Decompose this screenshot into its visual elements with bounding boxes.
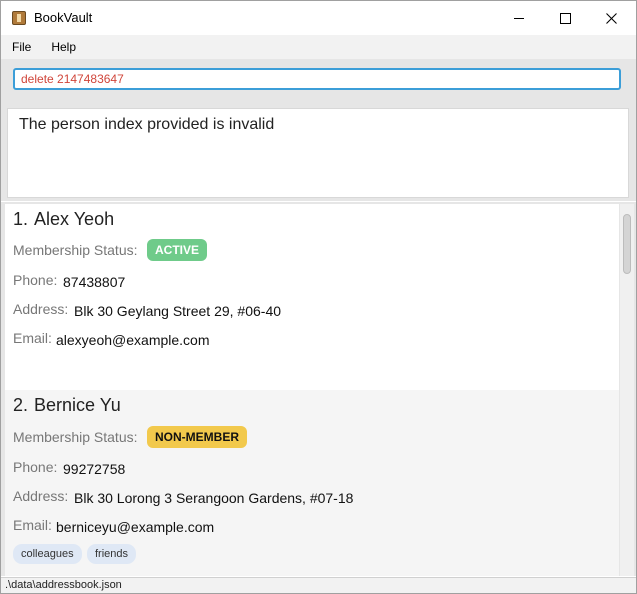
person-card[interactable]: 1. Alex Yeoh Membership Status: ACTIVE Ph… xyxy=(5,204,619,390)
person-name: Bernice Yu xyxy=(34,395,121,415)
close-button[interactable] xyxy=(588,1,634,35)
book-icon xyxy=(12,11,26,25)
address-value: Blk 30 Lorong 3 Serangoon Gardens, #07-1… xyxy=(74,490,354,506)
membership-badge: ACTIVE xyxy=(147,239,208,261)
person-card[interactable]: 2. Bernice Yu Membership Status: NON-MEMB… xyxy=(5,390,619,576)
email-label: Email: xyxy=(13,517,52,533)
person-name-heading: 2. Bernice Yu xyxy=(13,395,121,416)
menu-help[interactable]: Help xyxy=(42,40,85,54)
close-icon xyxy=(605,12,617,24)
person-index: 1. xyxy=(13,209,29,229)
menu-bar: File Help xyxy=(1,35,636,59)
tag-chip: colleagues xyxy=(13,544,82,564)
person-name-heading: 1. Alex Yeoh xyxy=(13,209,114,230)
command-input[interactable] xyxy=(13,68,621,90)
person-list-scrollbar[interactable] xyxy=(620,204,634,576)
phone-label: Phone: xyxy=(13,459,58,475)
address-value: Blk 30 Geylang Street 29, #06-40 xyxy=(74,303,282,319)
result-display-area: The person index provided is invalid xyxy=(1,103,636,201)
title-bar[interactable]: BookVault xyxy=(1,1,636,35)
person-list[interactable]: 1. Alex Yeoh Membership Status: ACTIVE Ph… xyxy=(5,204,619,576)
maximize-button[interactable] xyxy=(542,1,588,35)
phone-label: Phone: xyxy=(13,272,58,288)
address-label: Address: xyxy=(13,488,69,504)
membership-label: Membership Status: xyxy=(13,429,138,445)
command-box-area xyxy=(1,59,636,103)
status-bar: .\data\addressbook.json xyxy=(1,577,636,593)
email-label: Email: xyxy=(13,330,52,346)
data-file-path: .\data\addressbook.json xyxy=(5,579,122,591)
membership-label: Membership Status: xyxy=(13,242,138,258)
person-name: Alex Yeoh xyxy=(34,209,115,229)
person-index: 2. xyxy=(13,395,29,415)
tag-chip: friends xyxy=(87,544,137,564)
address-label: Address: xyxy=(13,301,69,317)
phone-value: 99272758 xyxy=(63,461,126,477)
person-list-panel: 1. Alex Yeoh Membership Status: ACTIVE Ph… xyxy=(1,202,636,576)
membership-badge: NON-MEMBER xyxy=(147,426,247,448)
email-value: berniceyu@example.com xyxy=(56,519,215,535)
scrollbar-thumb[interactable] xyxy=(623,214,631,274)
app-window: BookVault File Help The person index pro… xyxy=(0,0,637,594)
result-display[interactable]: The person index provided is invalid xyxy=(7,108,629,198)
window-title: BookVault xyxy=(34,10,93,25)
menu-file[interactable]: File xyxy=(3,40,40,54)
email-value: alexyeoh@example.com xyxy=(56,332,210,348)
result-message: The person index provided is invalid xyxy=(19,116,275,133)
minimize-icon xyxy=(514,17,524,19)
maximize-icon xyxy=(559,12,571,24)
minimize-button[interactable] xyxy=(496,1,542,35)
phone-value: 87438807 xyxy=(63,274,126,290)
